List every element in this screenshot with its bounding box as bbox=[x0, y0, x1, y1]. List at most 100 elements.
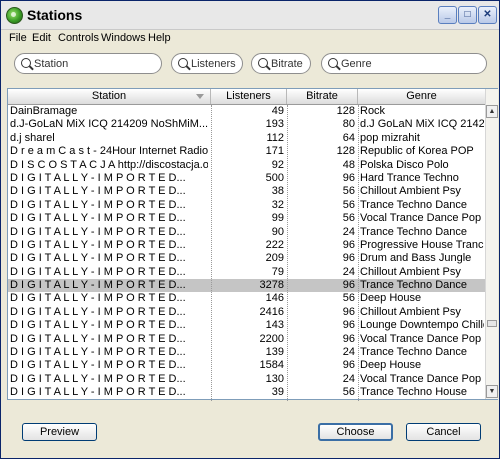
listeners-cell: 139 bbox=[265, 346, 284, 359]
stations-table: Station Listeners Bitrate Genre DainBram… bbox=[7, 88, 498, 401]
filter-bar: Station Listeners Bitrate Genre bbox=[1, 53, 499, 77]
station-cell: D I G I T A L L Y - I M P O R T E D... bbox=[10, 305, 186, 318]
scroll-thumb[interactable] bbox=[487, 320, 497, 327]
listeners-cell: 112 bbox=[266, 131, 284, 144]
menu-bar: File Edit Controls Windows Help bbox=[1, 29, 499, 47]
table-row[interactable]: D I G I T A L L Y - I M P O R T E D... 15… bbox=[8, 359, 485, 372]
station-cell: D I G I T A L L Y - I M P O R T E D... bbox=[10, 238, 186, 251]
table-row[interactable]: D I G I T A L L Y - I M P O R T E D... 22… bbox=[8, 239, 485, 252]
bitrate-cell: 80 bbox=[342, 118, 355, 131]
bitrate-cell: 96 bbox=[342, 305, 355, 318]
table-row[interactable]: D I G I T A L L Y - I M P O R T E D... 22… bbox=[8, 333, 485, 346]
choose-button[interactable]: Choose bbox=[318, 423, 393, 441]
column-header-station[interactable]: Station bbox=[8, 89, 211, 104]
bitrate-cell: 96 bbox=[342, 332, 355, 345]
title-bar[interactable]: Stations _ □ ✕ bbox=[1, 1, 499, 30]
genre-cell: Republic of Korea POP bbox=[360, 145, 474, 158]
table-row[interactable]: D I G I T A L L Y - I M P O R T E D... 79… bbox=[8, 266, 485, 279]
listeners-filter-input[interactable]: Listeners bbox=[171, 53, 243, 74]
chevron-down-icon: ▼ bbox=[488, 388, 496, 395]
genre-cell: Chillout Ambient Psy bbox=[360, 185, 461, 198]
genre-filter-input[interactable]: Genre bbox=[321, 53, 487, 74]
cancel-button[interactable]: Cancel bbox=[406, 423, 481, 441]
minimize-button[interactable]: _ bbox=[438, 6, 457, 24]
genre-cell: Rock bbox=[360, 105, 386, 117]
bitrate-cell: 48 bbox=[342, 158, 355, 171]
listeners-cell: 209 bbox=[265, 252, 284, 265]
menu-file[interactable]: File bbox=[9, 29, 27, 47]
station-filter-placeholder: Station bbox=[34, 58, 69, 70]
bitrate-cell: 24 bbox=[342, 346, 355, 359]
table-row[interactable]: D I G I T A L L Y - I M P O R T E D... 38… bbox=[8, 185, 485, 198]
bitrate-cell: 24 bbox=[342, 265, 355, 278]
table-row[interactable]: D I G I T A L L Y - I M P O R T E D... 39… bbox=[8, 386, 485, 399]
bitrate-cell: 96 bbox=[342, 171, 355, 184]
vertical-scrollbar[interactable]: ▲ ▼ bbox=[485, 89, 498, 399]
bitrate-cell: 96 bbox=[342, 279, 355, 292]
table-row[interactable]: D I G I T A L L Y - I M P O R T E D... 32… bbox=[8, 199, 485, 212]
table-row[interactable]: d.j sharel 112 64 pop mizrahit bbox=[8, 132, 485, 145]
search-icon bbox=[258, 58, 268, 68]
listeners-cell: 2200 bbox=[259, 332, 284, 345]
table-row[interactable]: D I G I T A L L Y - I M P O R T E D... 90… bbox=[8, 226, 485, 239]
table-row[interactable]: D I S C O S T A C J A http://discostacja… bbox=[8, 159, 485, 172]
genre-cell: Chillout Ambient Psy bbox=[360, 265, 461, 278]
listeners-cell: 99 bbox=[271, 212, 284, 225]
station-cell: D I G I T A L L Y - I M P O R T E D... bbox=[10, 292, 186, 305]
station-cell: D I G I T A L L Y - I M P O R T E D... bbox=[10, 386, 186, 399]
genre-cell: Trance Techno Dance bbox=[360, 198, 468, 211]
station-filter-input[interactable]: Station bbox=[14, 53, 162, 74]
table-row[interactable]: D I G I T A L L Y - I M P O R T E D... 20… bbox=[8, 252, 485, 265]
station-cell: D r e a m C a s t - 24Hour Internet Radi… bbox=[10, 145, 208, 158]
station-cell: D I S C O S T A C J A http://discostacja… bbox=[10, 158, 208, 171]
bitrate-cell: 24 bbox=[342, 225, 355, 238]
preview-button[interactable]: Preview bbox=[22, 423, 97, 441]
station-cell: D I G I T A L L Y - I M P O R T E D... bbox=[10, 359, 186, 372]
column-header-genre[interactable]: Genre bbox=[358, 89, 485, 104]
station-cell: D I G I T A L L Y - I M P O R T E D... bbox=[10, 171, 186, 184]
genre-cell: Lounge Downtempo Chillout bbox=[360, 319, 484, 332]
table-row[interactable]: d.J-GoLaN MiX ICQ 214209 NoShMiM... 193 80… bbox=[8, 118, 485, 131]
table-row[interactable]: D I G I T A L L Y - I M P O R T E D... 14… bbox=[8, 319, 485, 332]
window-title: Stations bbox=[27, 7, 83, 23]
genre-cell: Drum and Bass Jungle bbox=[360, 252, 472, 265]
listeners-cell: 32 bbox=[271, 198, 284, 211]
table-row[interactable]: D I G I T A L L Y - I M P O R T E D... 14… bbox=[8, 292, 485, 305]
menu-controls[interactable]: Controls bbox=[58, 29, 99, 47]
table-row[interactable]: D I G I T A L L Y - I M P O R T E D... 13… bbox=[8, 373, 485, 386]
table-row[interactable]: D r e a m C a s t - 24Hour Internet Radi… bbox=[8, 145, 485, 158]
maximize-button[interactable]: □ bbox=[458, 6, 477, 24]
genre-filter-placeholder: Genre bbox=[341, 58, 372, 70]
station-cell: D I G I T A L L Y - I M P O R T E D... bbox=[10, 212, 186, 225]
scroll-up-button[interactable]: ▲ bbox=[486, 105, 498, 118]
genre-cell: Polska Disco Polo bbox=[360, 158, 449, 171]
table-row[interactable]: D I G I T A L L Y - I M P O R T E D... 99… bbox=[8, 212, 485, 225]
genre-cell: pop mizrahit bbox=[360, 131, 420, 144]
genre-cell: d.J GoLaN MiX ICQ 214209 bbox=[360, 118, 484, 131]
listeners-cell: 92 bbox=[271, 158, 284, 171]
station-cell: d.J-GoLaN MiX ICQ 214209 NoShMiM... bbox=[10, 118, 208, 131]
stations-window: Stations _ □ ✕ File Edit Controls Window… bbox=[0, 0, 500, 459]
bitrate-cell: 56 bbox=[342, 386, 355, 399]
menu-edit[interactable]: Edit bbox=[32, 29, 51, 47]
genre-cell: Trance Techno Dance bbox=[360, 225, 468, 238]
maximize-icon: □ bbox=[464, 9, 471, 20]
menu-help[interactable]: Help bbox=[148, 29, 171, 47]
table-row[interactable]: D I G I T A L L Y - I M P O R T E D... 50… bbox=[8, 172, 485, 185]
column-header-listeners[interactable]: Listeners bbox=[211, 89, 287, 104]
station-cell: D I G I T A L L Y - I M P O R T E D... bbox=[10, 332, 186, 345]
listeners-cell: 171 bbox=[265, 145, 284, 158]
table-row[interactable]: D I G I T A L L Y - I M P O R T E D... 13… bbox=[8, 346, 485, 359]
table-row[interactable]: D I G I T A L L Y - I M P O R T E D... 24… bbox=[8, 306, 485, 319]
menu-windows[interactable]: Windows bbox=[101, 29, 146, 47]
table-row[interactable]: DainBramage 49 128 Rock bbox=[8, 105, 485, 118]
table-row[interactable]: D I G I T A L L Y - I M P O R T E D... 32… bbox=[8, 279, 485, 293]
station-cell: D I G I T A L L Y - I M P O R T E D... bbox=[10, 198, 186, 211]
close-button[interactable]: ✕ bbox=[478, 6, 497, 24]
genre-cell: Vocal Trance Dance Pop bbox=[360, 372, 482, 385]
bitrate-filter-input[interactable]: Bitrate bbox=[251, 53, 311, 74]
column-header-bitrate[interactable]: Bitrate bbox=[287, 89, 358, 104]
station-cell: DainBramage bbox=[10, 105, 78, 117]
table-header: Station Listeners Bitrate Genre bbox=[8, 89, 485, 105]
scroll-down-button[interactable]: ▼ bbox=[486, 385, 498, 398]
